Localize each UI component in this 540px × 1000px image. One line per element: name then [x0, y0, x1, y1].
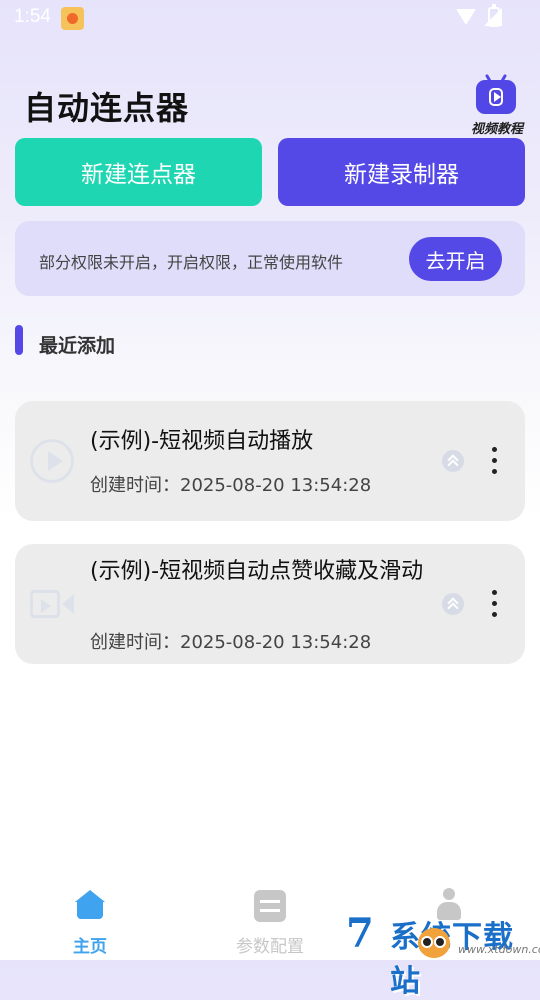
video-tutorial-button[interactable]: 视频教程: [466, 76, 528, 138]
more-options-icon[interactable]: [489, 589, 499, 619]
tv-play-icon: [476, 80, 516, 114]
list-item[interactable]: (示例)-短视频自动播放 创建时间：2025-08-20 13:54:28: [15, 401, 525, 521]
move-to-top-icon[interactable]: [442, 593, 464, 615]
permission-banner: 部分权限未开启，开启权限，正常使用软件 去开启: [15, 221, 525, 296]
item-title: (示例)-短视频自动播放: [90, 429, 314, 454]
watermark-text: 系统下载站: [390, 920, 514, 999]
battery-icon: [488, 4, 500, 27]
watermark: 7 系统下载站 www.xtdown.com: [346, 910, 540, 1000]
enable-permission-button[interactable]: 去开启: [409, 237, 502, 281]
new-recorder-button[interactable]: 新建录制器: [278, 138, 525, 206]
watermark-url: www.xtdown.com: [458, 943, 540, 956]
tutorial-label: 视频教程: [470, 122, 523, 137]
section-accent-bar: [15, 325, 23, 355]
item-created-time: 创建时间：2025-08-20 13:54:28: [90, 632, 372, 653]
status-bar: 1:54: [0, 0, 540, 38]
watermark-logo: 7: [346, 910, 374, 957]
move-to-top-icon[interactable]: [442, 450, 464, 472]
item-title: (示例)-短视频自动点赞收藏及滑动: [90, 559, 424, 584]
list-item[interactable]: (示例)-短视频自动点赞收藏及滑动 创建时间：2025-08-20 13:54:…: [15, 544, 525, 664]
item-created-time: 创建时间：2025-08-20 13:54:28: [90, 475, 372, 496]
page-title: 自动连点器: [24, 89, 190, 127]
status-time: 1:54: [14, 6, 51, 27]
home-icon: [75, 890, 105, 920]
new-clicker-button[interactable]: 新建连点器: [15, 138, 262, 206]
nav-label-params: 参数配置: [236, 937, 304, 957]
wifi-icon: [456, 9, 476, 25]
nav-label-home: 主页: [73, 937, 107, 957]
settings-sliders-icon: [254, 890, 286, 922]
section-title: 最近添加: [39, 335, 116, 357]
permission-message: 部分权限未开启，开启权限，正常使用软件: [39, 253, 344, 272]
play-circle-icon: [30, 439, 74, 483]
weather-notification-icon: [61, 7, 84, 30]
mascot-icon: [418, 928, 450, 958]
more-options-icon[interactable]: [489, 446, 499, 476]
video-camera-icon: [30, 588, 74, 620]
